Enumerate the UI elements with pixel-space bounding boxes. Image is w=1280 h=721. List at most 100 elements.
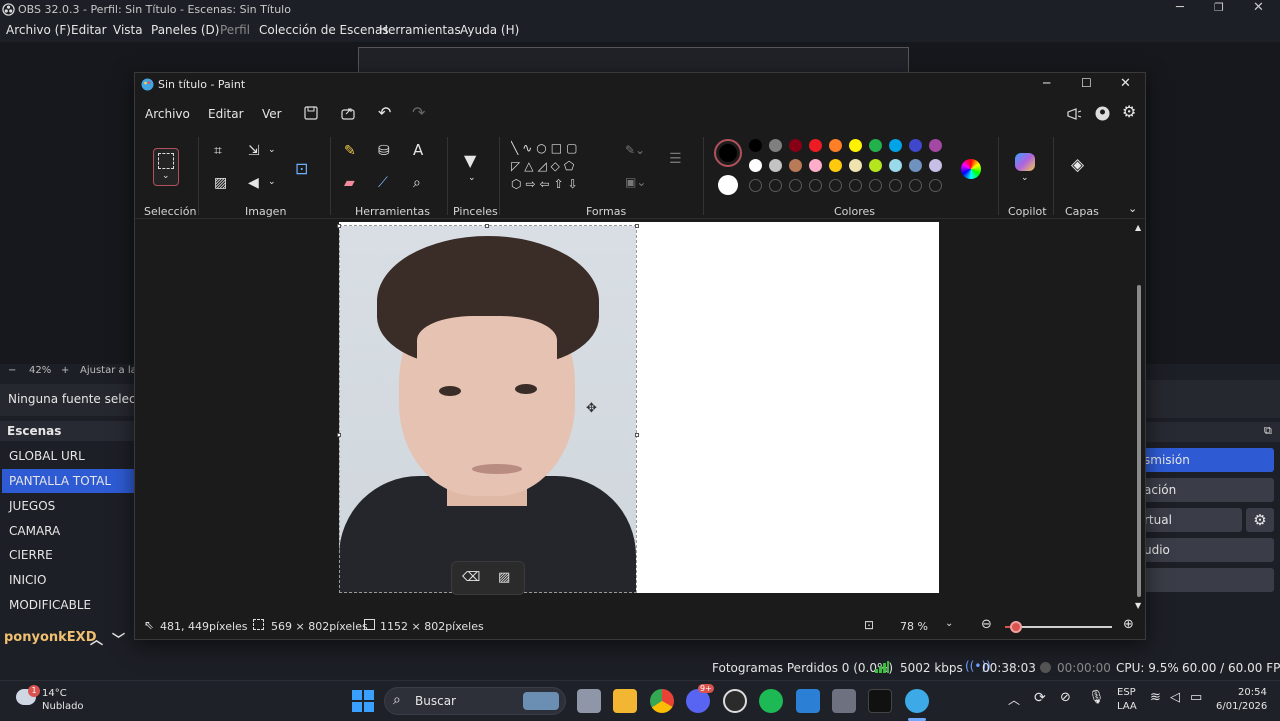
paint-menu-archivo[interactable]: Archivo [145, 107, 190, 121]
start-recording-button[interactable]: ación [1140, 478, 1274, 502]
scene-item[interactable]: MODIFICABLE [2, 593, 140, 617]
palette-color-swatch[interactable] [889, 159, 902, 172]
sync-icon[interactable]: ⟳ [1034, 690, 1046, 706]
remove-background-icon[interactable]: ▨ [214, 175, 227, 191]
obs-zoom-out-button[interactable]: − [8, 365, 16, 376]
announcement-icon[interactable] [1066, 107, 1082, 121]
palette-color-swatch[interactable] [909, 159, 922, 172]
resize-handle[interactable] [635, 433, 639, 437]
image-generator-icon[interactable]: ⊡ [295, 159, 308, 178]
chevron-up-icon[interactable]: ︿ [90, 629, 103, 648]
chevron-down-icon[interactable]: ⌄ [1128, 202, 1137, 215]
clock-date[interactable]: 6/01/2026 [1216, 701, 1267, 712]
paint-minimize-button[interactable]: ─ [1043, 76, 1050, 90]
obs-close-button[interactable]: ✕ [1253, 0, 1264, 15]
share-icon[interactable] [341, 106, 355, 120]
palette-color-swatch[interactable] [869, 139, 882, 152]
palette-color-swatch[interactable] [929, 159, 942, 172]
network-off-icon[interactable]: ⊘ [1060, 690, 1071, 705]
scene-item[interactable]: JUEGOS [2, 494, 140, 518]
scene-item[interactable]: INICIO [2, 568, 140, 592]
undo-icon[interactable]: ↶ [378, 103, 391, 122]
zoom-in-icon[interactable]: ⊕ [1123, 617, 1134, 632]
palette-color-swatch[interactable] [929, 139, 942, 152]
palette-color-swatch[interactable] [749, 139, 762, 152]
paint-menu-editar[interactable]: Editar [208, 107, 244, 121]
scrollbar-thumb[interactable] [1137, 285, 1141, 597]
magnifier-icon[interactable]: ⌕ [413, 175, 421, 191]
settings-button[interactable] [1140, 568, 1274, 592]
spotify-icon[interactable] [759, 689, 783, 713]
text-tool-icon[interactable]: A [413, 141, 423, 159]
layers-icon[interactable]: ◈ [1071, 155, 1084, 175]
palette-custom-slot[interactable] [909, 179, 922, 192]
palette-custom-slot[interactable] [929, 179, 942, 192]
palette-custom-slot[interactable] [749, 179, 762, 192]
palette-color-swatch[interactable] [749, 159, 762, 172]
palette-color-swatch[interactable] [809, 159, 822, 172]
resize-icon[interactable]: ⇲ [248, 143, 260, 159]
obs-menu-paneles[interactable]: Paneles (D) [151, 23, 219, 37]
paint-taskbar-icon[interactable] [905, 689, 929, 713]
brush-icon[interactable]: ▼ [464, 151, 476, 170]
file-explorer-icon[interactable] [613, 689, 637, 713]
chevron-down-icon[interactable]: ⌄ [268, 177, 276, 187]
resize-handle[interactable] [485, 224, 489, 228]
account-icon[interactable] [1095, 106, 1110, 121]
chevron-down-icon[interactable]: ⌄ [468, 173, 476, 183]
clock-time[interactable]: 20:54 [1238, 687, 1267, 698]
obs-zoom-in-button[interactable]: + [61, 365, 69, 376]
scene-item[interactable]: CIERRE [2, 543, 140, 567]
paint-maximize-button[interactable]: ☐ [1081, 76, 1092, 90]
windows-start-icon[interactable] [352, 690, 374, 712]
palette-color-swatch[interactable] [789, 139, 802, 152]
color-picker-icon[interactable]: ⟋ [378, 175, 388, 191]
obs-menu-archivo[interactable]: Archivo (F) [6, 23, 71, 37]
paint-menu-ver[interactable]: Ver [262, 107, 282, 121]
line-size-icon[interactable]: ☰ [669, 151, 682, 167]
secondary-color-swatch[interactable] [718, 175, 738, 195]
erase-selection-icon[interactable]: ⌫ [462, 570, 480, 585]
obs-taskbar-icon[interactable] [723, 689, 747, 713]
resize-handle[interactable] [635, 224, 639, 228]
language-label[interactable]: ESP [1117, 687, 1136, 698]
fit-to-window-icon[interactable]: ⊡ [864, 618, 874, 632]
chevron-down-icon[interactable]: ﹀ [112, 629, 125, 648]
paint-close-button[interactable]: ✕ [1120, 76, 1131, 91]
vscode-icon[interactable] [796, 689, 820, 713]
obs-menu-herramientas[interactable]: Herramientas [379, 23, 461, 37]
shapes-gallery[interactable]: ╲∿○□▢ ◸△◿◇⬠ ⬡⇨⇦⇧⇩ [511, 139, 607, 201]
microphone-icon[interactable]: 🎙 [1088, 690, 1105, 705]
palette-custom-slot[interactable] [789, 179, 802, 192]
gear-icon[interactable]: ⚙ [1122, 102, 1136, 121]
battery-icon[interactable]: ▭ [1190, 690, 1202, 705]
calculator-icon[interactable] [832, 689, 856, 713]
palette-color-swatch[interactable] [829, 139, 842, 152]
palette-custom-slot[interactable] [769, 179, 782, 192]
scene-item[interactable]: CAMARA [2, 519, 140, 543]
obs-menu-editar[interactable]: Editar [71, 23, 107, 37]
obs-minimize-button[interactable]: ─ [1176, 0, 1184, 15]
selection-tool-button[interactable]: ⌄ [153, 148, 179, 186]
scene-item-active[interactable]: PANTALLA TOTAL [2, 469, 140, 493]
eraser-icon[interactable]: ▰ [344, 175, 355, 191]
save-icon[interactable] [304, 106, 318, 120]
zoom-dropdown[interactable]: 78 % ⌄ [893, 616, 959, 636]
scene-item[interactable]: GLOBAL URL [2, 444, 140, 468]
palette-color-swatch[interactable] [789, 159, 802, 172]
tray-chevron-icon[interactable]: ︿ [1008, 691, 1020, 708]
obs-maximize-button[interactable]: ❐ [1214, 1, 1224, 14]
taskbar-search[interactable]: ⌕ Buscar [384, 687, 566, 715]
palette-color-swatch[interactable] [769, 159, 782, 172]
palette-custom-slot[interactable] [809, 179, 822, 192]
zoom-out-icon[interactable]: ⊖ [981, 617, 992, 632]
chevron-down-icon[interactable]: ⌄ [1021, 173, 1029, 183]
volume-icon[interactable]: ◁ [1170, 690, 1180, 705]
palette-custom-slot[interactable] [849, 179, 862, 192]
obs-menu-vista[interactable]: Vista [113, 23, 143, 37]
scroll-down-icon[interactable]: ▼ [1135, 601, 1141, 610]
chevron-down-icon[interactable]: ⌄ [268, 145, 276, 155]
task-view-icon[interactable] [577, 689, 601, 713]
edit-colors-icon[interactable] [961, 159, 981, 179]
palette-color-swatch[interactable] [909, 139, 922, 152]
